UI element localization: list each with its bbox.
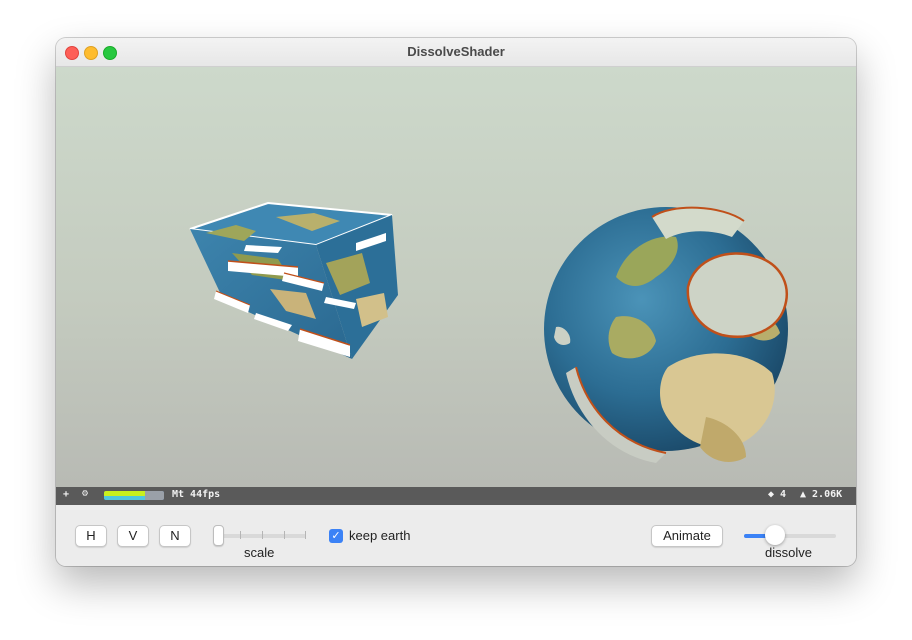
fps-readout: Mt 44fps [172, 489, 221, 500]
triangle-count: ▲ 2.06K [800, 489, 843, 500]
scale-label: scale [244, 545, 275, 560]
dissolve-slider-knob[interactable] [765, 525, 785, 545]
add-icon[interactable]: + [63, 489, 69, 500]
performance-bar [104, 491, 164, 500]
node-count: ◆ 4 [768, 489, 787, 500]
performance-bar-fill-secondary [104, 496, 145, 500]
scale-slider-knob[interactable] [213, 525, 224, 546]
stats-bar: + ⚙ Mt 44fps ◆ 4 ▲ 2.06K [56, 487, 856, 505]
scale-tick [240, 531, 241, 539]
keep-earth-checkbox[interactable]: ✓ [329, 529, 343, 543]
v-button[interactable]: V [117, 525, 149, 547]
title-bar: DissolveShader [56, 38, 856, 67]
dissolve-label: dissolve [765, 545, 812, 560]
app-window: DissolveShader + ⚙ Mt 44fps ◆ 4 ▲ 2.06K … [56, 38, 856, 566]
h-button[interactable]: H [75, 525, 107, 547]
earth-globe[interactable] [544, 206, 788, 463]
gear-icon[interactable]: ⚙ [82, 488, 88, 499]
earth-box[interactable] [189, 201, 398, 359]
scene-view[interactable] [56, 67, 856, 487]
animate-button[interactable]: Animate [651, 525, 723, 547]
scale-tick [284, 531, 285, 539]
window-title: DissolveShader [407, 44, 505, 59]
scale-tick [305, 531, 306, 539]
performance-bar-remaining [145, 491, 164, 500]
keep-earth-label[interactable]: keep earth [349, 528, 410, 543]
scale-slider[interactable] [216, 534, 306, 538]
scale-tick [262, 531, 263, 539]
scene-render [189, 201, 788, 463]
n-button[interactable]: N [159, 525, 191, 547]
control-panel: H V N scale ✓ keep earth Animate dissolv… [56, 505, 856, 566]
